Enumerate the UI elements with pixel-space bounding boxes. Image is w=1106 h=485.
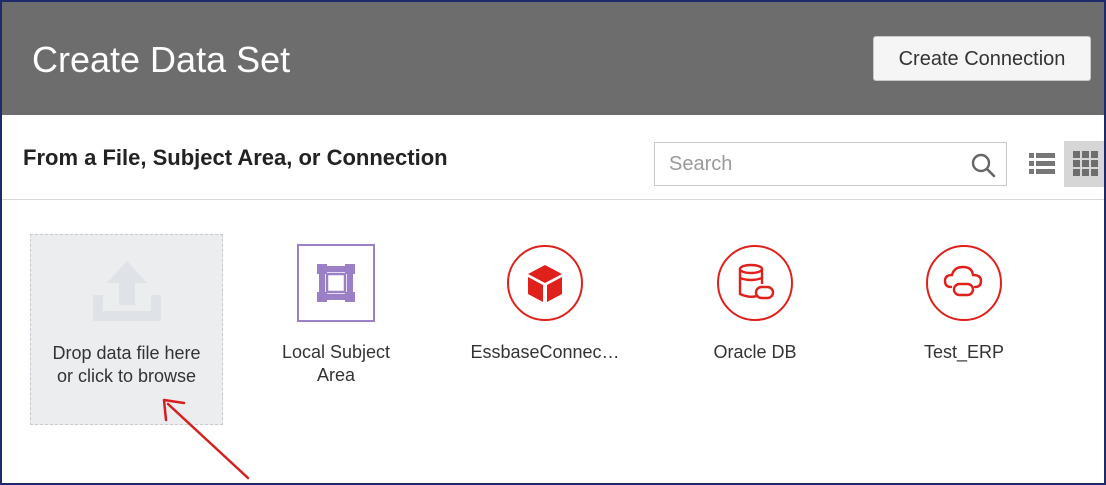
grid-view-button[interactable] [1064,141,1104,187]
search-input[interactable] [655,143,955,185]
drop-zone-line2: or click to browse [56,366,197,386]
essbase-cube-icon [506,244,584,322]
section-title: From a File, Subject Area, or Connection [23,145,448,170]
subject-area-icon [297,244,375,322]
source-toolbar: From a File, Subject Area, or Connection [2,115,1104,200]
source-label: Oracle DB [713,342,797,362]
list-view-icon[interactable] [1028,150,1056,178]
cloud-connection-icon [925,244,1003,322]
dialog-title: Create Data Set [32,39,291,80]
source-label: Local Subject [281,342,391,362]
upload-icon [93,261,161,321]
source-label-line2: Area [316,365,356,385]
search-icon[interactable] [970,152,996,178]
create-connection-button[interactable]: Create Connection [873,36,1091,81]
source-label: EssbaseConnec… [470,342,620,362]
database-icon [716,244,794,322]
search-box[interactable] [654,142,1007,186]
dialog-header: Create Data Set Create Connection [2,2,1104,115]
dialog-frame: Create Data Set Create Connection From a… [0,0,1106,485]
grid-view-icon [1073,151,1098,176]
drop-zone-line1: Drop data file here [52,343,201,363]
source-label: Test_ERP [923,342,1005,362]
annotation-arrow-icon [162,398,250,480]
